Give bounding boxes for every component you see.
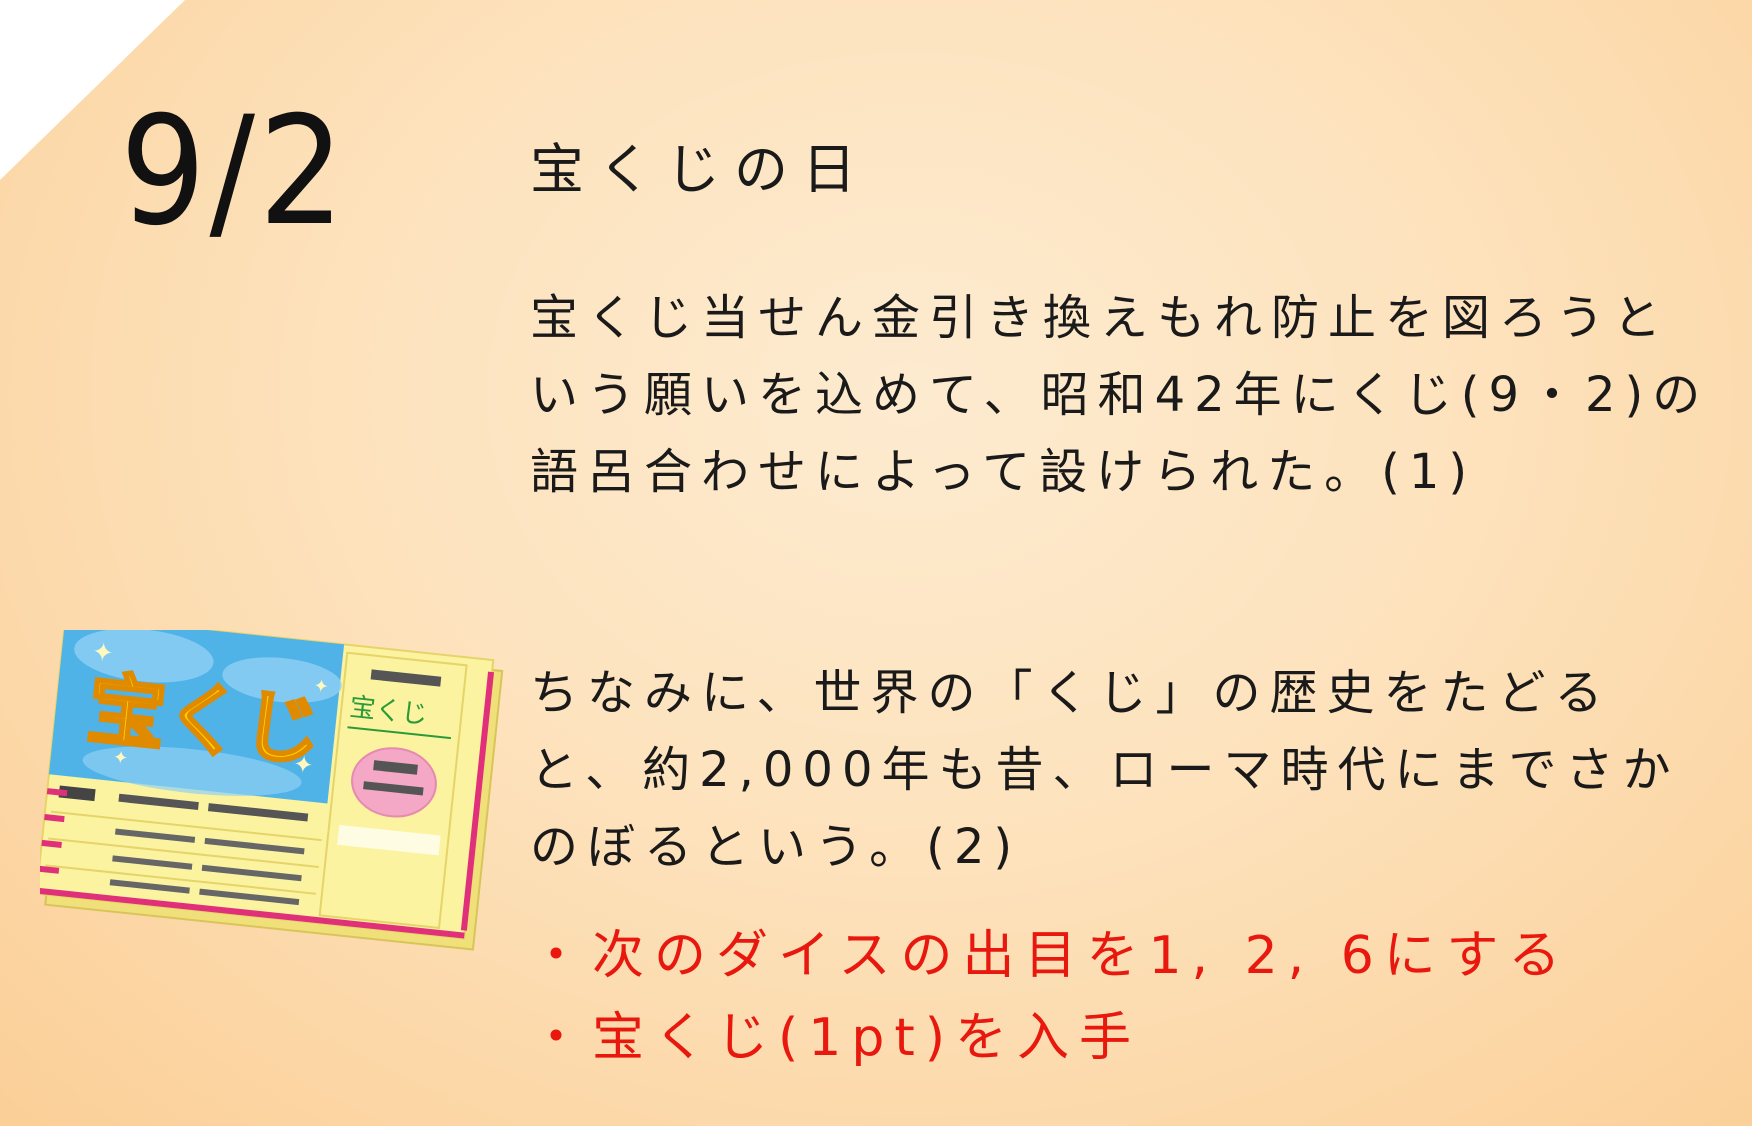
effect-item: ・次のダイスの出目を1, 2, 6にする bbox=[530, 926, 1571, 986]
page-title: 宝くじの日 bbox=[530, 138, 870, 201]
effect-item: ・宝くじ(1pt)を入手 bbox=[530, 1008, 1142, 1068]
description-text: 宝くじ当せん金引き換えもれ防止を図ろうという願いを込めて、昭和42年にくじ(9・… bbox=[530, 290, 1710, 500]
date-label: 9/2 bbox=[120, 85, 349, 259]
lottery-ticket-icon: ✦ ✦ ✦ ✦ 宝くじ 宝くじ bbox=[40, 630, 504, 951]
effects-list: ・次のダイスの出目を1, 2, 6にする ・宝くじ(1pt)を入手 bbox=[530, 915, 1710, 1079]
trivia-text: ちなみに、世界の「くじ」の歴史をたどると、約2,000年も昔、ローマ時代にまでさ… bbox=[530, 665, 1680, 875]
